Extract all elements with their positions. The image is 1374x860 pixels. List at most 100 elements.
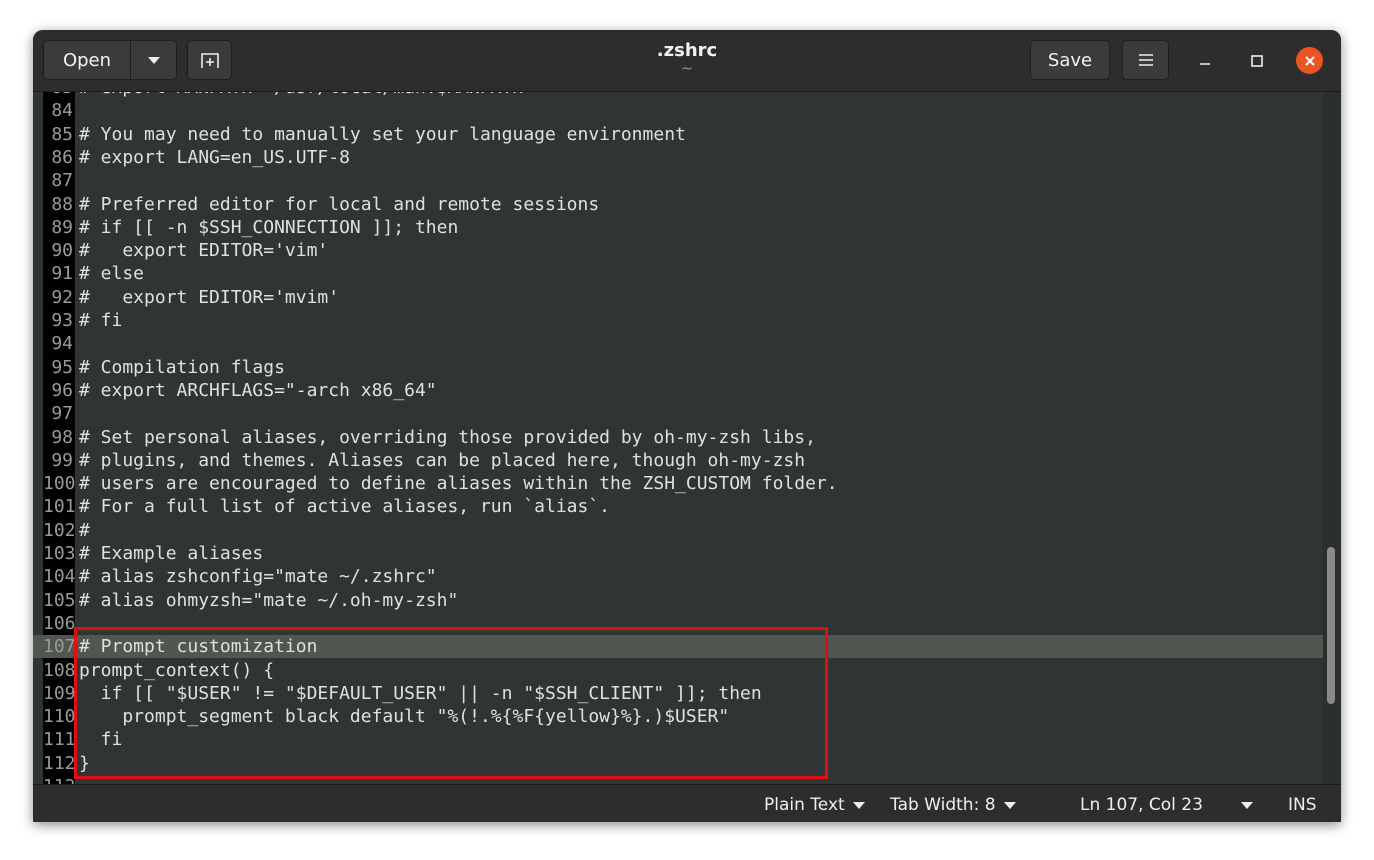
line-number: 102 (43, 519, 76, 541)
code-line[interactable]: 84 (33, 99, 1323, 122)
code-line[interactable]: 112} (33, 752, 1323, 775)
minimize-button[interactable] (1192, 48, 1218, 74)
line-text: # users are encouraged to define aliases… (79, 473, 838, 495)
hamburger-menu-icon (1138, 54, 1153, 66)
code-line[interactable]: 101 # For a full list of active aliases, … (33, 495, 1323, 518)
line-number: 85 (51, 123, 73, 145)
line-text: # Prompt customization (79, 636, 318, 658)
line-number: 109 (43, 682, 76, 704)
line-number: 111 (43, 729, 76, 751)
line-text: # export EDITOR='mvim' (79, 286, 340, 308)
text-editor[interactable]: 83 # export MANPATH="/usr/local/man:$MANP… (33, 92, 1341, 784)
insert-mode-label: INS (1288, 795, 1317, 815)
close-icon (1304, 55, 1315, 66)
save-button[interactable]: Save (1030, 40, 1110, 80)
minimize-icon (1200, 63, 1210, 65)
line-number: 95 (51, 356, 73, 378)
menu-button[interactable] (1122, 40, 1169, 80)
code-line[interactable]: 99 # plugins, and themes. Aliases can be … (33, 449, 1323, 472)
line-number: 104 (43, 566, 76, 588)
code-line[interactable]: 105 # alias ohmyzsh="mate ~/.oh-my-zsh" (33, 589, 1323, 612)
line-number: 88 (51, 193, 73, 215)
line-number: 106 (43, 612, 76, 634)
gedit-window: Open .zshrc ~ Save 84 85 # You may need … (33, 30, 1341, 822)
line-text: # export EDITOR='vim' (79, 240, 329, 262)
open-menu-button[interactable] (130, 40, 177, 80)
line-number: 84 (51, 100, 73, 122)
line-number: 113 (43, 775, 76, 784)
maximize-icon (1251, 55, 1263, 67)
code-line[interactable]: 102 # (33, 519, 1323, 542)
open-button[interactable]: Open (43, 40, 131, 80)
code-line[interactable]: 107 # Prompt customization (33, 635, 1323, 659)
line-number: 103 (43, 543, 76, 564)
line-text: # export MANPATH="/usr/local/man:$MANPAT… (79, 92, 534, 99)
line-text: # export ARCHFLAGS="-arch x86_64" (79, 379, 437, 401)
maximize-button[interactable] (1244, 48, 1270, 74)
line-number: 91 (51, 263, 73, 285)
tab-width-selector[interactable]: Tab Width: 8 (890, 795, 1016, 815)
line-text: # Compilation flags (79, 356, 285, 378)
code-line[interactable]: 103 # Example aliases (33, 542, 1323, 565)
code-line[interactable]: 89 # if [[ -n $SSH_CONNECTION ]]; then (33, 216, 1323, 239)
line-text: # Set personal aliases, overriding those… (79, 426, 816, 448)
code-line[interactable]: 90 # export EDITOR='vim' (33, 239, 1323, 262)
code-line[interactable]: 96 # export ARCHFLAGS="-arch x86_64" (33, 379, 1323, 402)
line-text: # alias zshconfig="mate ~/.zshrc" (79, 566, 437, 588)
code-line[interactable]: 83 # export MANPATH="/usr/local/man:$MANP… (33, 92, 1323, 99)
code-line[interactable]: 108 prompt_context() { (33, 659, 1323, 682)
new-tab-icon (200, 53, 219, 68)
line-number: 83 (43, 92, 73, 99)
line-text: # export LANG=en_US.UTF-8 (79, 146, 350, 168)
code-line[interactable]: 111 fi (33, 728, 1323, 751)
code-line[interactable]: 100 # users are encouraged to define alia… (33, 472, 1323, 495)
code-line[interactable]: 110 prompt_segment black default "%(!.%{… (33, 705, 1323, 728)
line-number: 93 (51, 310, 73, 331)
line-text: # if [[ -n $SSH_CONNECTION ]]; then (79, 216, 459, 238)
save-label: Save (1047, 49, 1093, 71)
cursor-position[interactable]: Ln 107, Col 23 (1080, 795, 1253, 815)
line-text: # (79, 519, 90, 541)
code-line[interactable]: 88 # Preferred editor for local and remot… (33, 193, 1323, 216)
code-line[interactable]: 98 # Set personal aliases, overriding tho… (33, 426, 1323, 449)
language-selector[interactable]: Plain Text (764, 795, 865, 815)
header-bar: Open .zshrc ~ Save (33, 30, 1341, 92)
line-text: # plugins, and themes. Aliases can be pl… (79, 449, 806, 471)
chevron-down-icon (147, 56, 160, 64)
line-text: if [[ "$USER" != "$DEFAULT_USER" || -n "… (79, 682, 762, 704)
chevron-down-icon (1240, 801, 1253, 809)
line-number: 112 (43, 752, 76, 774)
code-line[interactable]: 87 (33, 169, 1323, 192)
code-line[interactable]: 104 # alias zshconfig="mate ~/.zshrc" (33, 565, 1323, 588)
code-line[interactable]: 91 # else (33, 262, 1323, 285)
code-line[interactable]: 93 # fi (33, 309, 1323, 332)
insert-mode[interactable]: INS (1288, 795, 1317, 815)
line-number: 97 (51, 403, 73, 425)
line-number: 98 (51, 426, 73, 448)
open-label: Open (62, 49, 112, 71)
code-line[interactable]: 109 if [[ "$USER" != "$DEFAULT_USER" || … (33, 682, 1323, 705)
status-bar: Plain Text Tab Width: 8 Ln 107, Col 23 I… (33, 784, 1341, 822)
line-number: 108 (43, 659, 76, 681)
chevron-down-icon (852, 801, 865, 809)
code-line[interactable]: 113 (33, 775, 1323, 784)
code-line[interactable]: 106 (33, 612, 1323, 635)
line-text: prompt_segment black default "%(!.%{%F{y… (79, 706, 730, 728)
code-line[interactable]: 92 # export EDITOR='mvim' (33, 286, 1323, 309)
tab-width-label: Tab Width: 8 (890, 795, 996, 815)
line-text: # For a full list of active aliases, run… (79, 496, 611, 518)
code-line[interactable]: 94 (33, 332, 1323, 355)
line-text: # You may need to manually set your lang… (79, 123, 686, 145)
code-line[interactable]: 95 # Compilation flags (33, 356, 1323, 379)
line-text: # Example aliases (79, 543, 264, 564)
line-text: prompt_context() { (79, 659, 275, 681)
line-number: 86 (51, 146, 73, 168)
scrollbar-thumb[interactable] (1327, 547, 1335, 704)
line-number: 105 (43, 589, 76, 611)
new-tab-button[interactable] (187, 40, 232, 80)
code-line[interactable]: 85 # You may need to manually set your la… (33, 123, 1323, 146)
line-text: # fi (79, 310, 123, 331)
code-line[interactable]: 86 # export LANG=en_US.UTF-8 (33, 146, 1323, 169)
close-button[interactable] (1296, 47, 1323, 74)
code-line[interactable]: 97 (33, 402, 1323, 425)
